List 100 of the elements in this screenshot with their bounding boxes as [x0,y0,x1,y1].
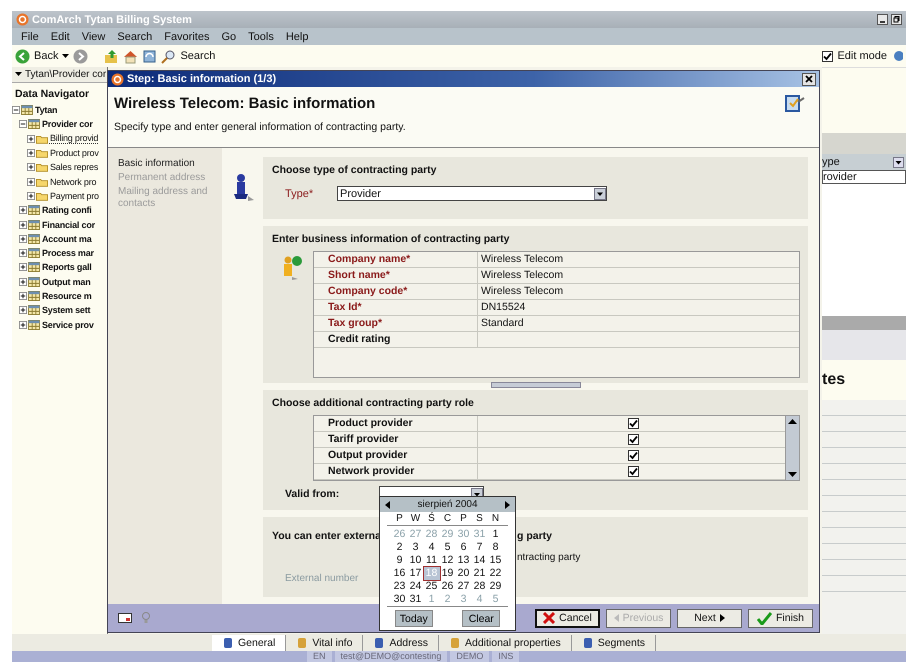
calendar-day[interactable]: 12 [440,554,456,567]
calendar-day[interactable]: 15 [488,554,504,567]
tree-item[interactable]: Tytan [34,105,58,116]
menu-item[interactable]: View [76,30,112,42]
restore-icon[interactable] [891,14,902,25]
calendar-day[interactable]: 13 [456,554,472,567]
minimize-icon[interactable] [877,14,888,25]
scrollbar-thumb[interactable] [491,382,581,388]
calendar-day[interactable]: 30 [392,593,408,606]
expand-icon[interactable] [19,263,27,272]
menu-item[interactable]: File [15,30,45,42]
close-button[interactable] [802,72,816,86]
expand-icon[interactable] [19,249,27,258]
expand-icon[interactable] [19,320,27,329]
calendar-day[interactable]: 31 [408,593,424,606]
next-button[interactable]: Next [677,608,742,628]
field-value[interactable]: Standard [478,316,799,331]
tab[interactable]: General [212,634,286,650]
type-dropdown[interactable]: Provider [337,186,607,201]
tree-item[interactable]: Process mar [41,248,94,258]
calendar-day[interactable]: 22 [488,567,504,580]
calendar-day[interactable]: 16 [392,567,408,580]
expand-icon[interactable] [19,234,27,243]
back-button[interactable]: Back [34,50,58,62]
expand-icon[interactable] [19,206,27,214]
calendar-day[interactable]: 14 [472,554,488,567]
checkbox[interactable] [628,450,638,461]
expand-icon[interactable] [27,163,35,172]
menu-item[interactable]: Tools [242,30,280,42]
calendar-day[interactable]: 6 [456,541,472,554]
calendar-day[interactable]: 2 [392,541,408,554]
tree-item[interactable]: Product prov [49,148,99,158]
tree-item[interactable]: Reports gall [41,262,92,272]
tree-item[interactable]: Financial cor [41,220,95,230]
up-arrow-icon[interactable] [788,419,797,425]
tree-item[interactable]: Resource m [41,291,92,301]
menu-item[interactable]: Go [215,30,242,42]
search-icon[interactable] [161,48,176,64]
previous-month-icon[interactable] [385,500,390,508]
mail-icon[interactable] [118,613,132,623]
menu-item[interactable]: Favorites [158,30,216,42]
search-button[interactable]: Search [180,50,216,62]
calendar-button[interactable]: Clear [462,610,500,627]
calendar-day[interactable]: 29 [488,580,504,593]
tree-item[interactable]: Rating confi [41,205,92,216]
tree-item[interactable]: Sales repres [49,162,98,172]
calendar-day[interactable]: 23 [392,580,408,593]
caret-icon[interactable] [62,54,70,58]
expand-icon[interactable] [27,192,35,200]
next-month-icon[interactable] [504,500,510,508]
field-value[interactable]: Wireless Telecom [478,252,799,267]
calendar-day[interactable]: 3 [408,541,424,554]
calendar-day[interactable]: 26 [440,580,456,593]
tree-item[interactable]: Network pro [49,176,96,187]
cancel-button[interactable]: Cancel [535,608,600,628]
wizard-step[interactable]: Basic information [118,158,212,170]
calendar-day[interactable]: 5 [440,541,456,554]
calendar-day[interactable]: 11 [424,554,440,567]
calendar-day[interactable]: 4 [424,541,440,554]
tree-item[interactable]: Billing provid [49,133,98,144]
expand-icon[interactable] [19,306,27,314]
home-icon[interactable] [123,48,138,64]
field-value[interactable]: Wireless Telecom [478,284,799,299]
field-value[interactable]: DN15524 [478,300,799,315]
scrollbar[interactable] [785,416,799,480]
menu-item[interactable]: Search [111,30,158,42]
calendar-day[interactable]: 17 [408,567,424,580]
checkbox[interactable] [822,50,834,62]
calendar-day[interactable]: 19 [440,567,456,580]
calendar-day[interactable]: 28 [472,580,488,593]
calendar-day[interactable]: 9 [392,554,408,567]
calendar-day[interactable]: 7 [472,541,488,554]
expand-icon[interactable] [19,220,27,229]
tree-item[interactable]: System sett [41,305,90,316]
tree-item[interactable]: Service prov [41,320,94,330]
folder-up-icon[interactable] [104,48,120,64]
tree-item[interactable]: Output man [41,276,90,287]
tree-item[interactable]: Provider cor [41,119,93,130]
calendar-day[interactable]: 20 [456,567,472,580]
column-header[interactable]: ype [822,154,906,170]
down-arrow-icon[interactable] [788,471,797,477]
calendar-day[interactable]: 24 [408,580,424,593]
menu-item[interactable]: Edit [44,30,76,42]
menu-item[interactable]: Help [280,30,314,42]
expand-icon[interactable] [19,278,27,286]
tree-item[interactable]: Payment pro [49,190,99,201]
collapse-icon[interactable] [19,120,27,128]
tree-item[interactable]: Account ma [41,234,92,244]
expand-icon[interactable] [27,134,35,143]
calendar-day[interactable]: 27 [456,580,472,593]
calendar-day[interactable]: 10 [408,554,424,567]
expand-icon[interactable] [27,149,35,158]
calendar-day[interactable]: 8 [488,541,504,554]
expand-icon[interactable] [19,292,27,300]
collapse-icon[interactable] [12,106,20,114]
finish-button[interactable]: Finish [748,608,813,628]
expand-icon[interactable] [27,178,35,186]
checkbox[interactable] [628,418,638,429]
calendar-day[interactable]: 21 [472,567,488,580]
calendar-button[interactable]: Today [394,610,433,627]
